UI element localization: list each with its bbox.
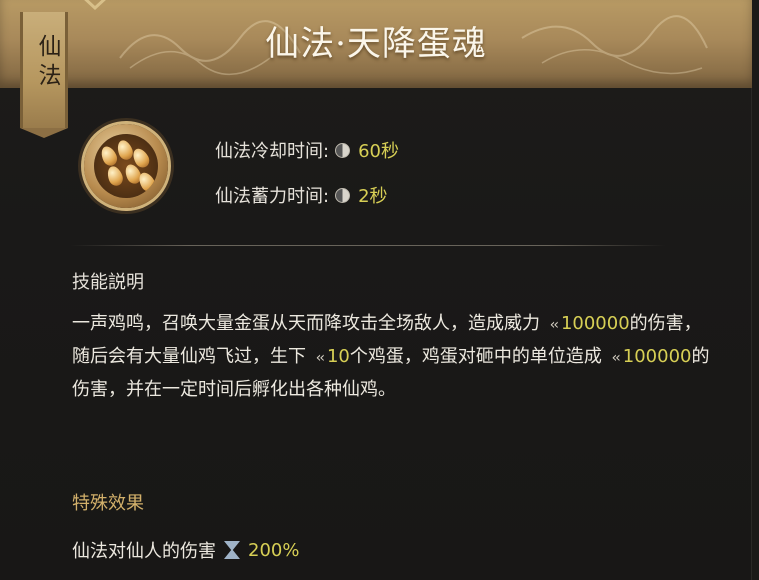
special-effect-heading: 特殊效果 (72, 493, 144, 514)
charge-value: 2秒 (358, 186, 388, 207)
golden-eggs-icon (84, 124, 168, 208)
special-effect-row: 仙法对仙人的伤害 200% (72, 537, 299, 563)
damage-value: 100000 (622, 346, 692, 367)
effect-value: 200% (248, 539, 300, 561)
cooldown-label: 仙法冷却时间: (215, 141, 330, 162)
skill-description: 一声鸡鸣，召唤大量金蛋从天而降攻击全场敌人，造成威力 ‹‹ 100000的伤害，随… (72, 308, 712, 406)
tab-fairy-skill[interactable]: 仙法 (20, 12, 68, 128)
damage-value: 100000 (560, 313, 630, 334)
description-heading: 技能説明 (72, 272, 144, 293)
hourglass-icon (224, 541, 240, 559)
clock-icon (335, 142, 351, 158)
cooldown-stat: 仙法冷却时间: 60秒 (215, 137, 399, 163)
divider (70, 245, 666, 246)
skill-title: 仙法·天降蛋魂 (265, 24, 487, 64)
egg-count-value: 10 (326, 346, 350, 367)
arrow-left-icon: ‹‹ (549, 317, 559, 333)
ornament-icon (84, 0, 106, 10)
charge-label: 仙法蓄力时间: (215, 186, 330, 207)
charge-stat: 仙法蓄力时间: 2秒 (215, 182, 388, 208)
title-banner: 仙法·天降蛋魂 (0, 0, 752, 88)
clock-icon (335, 187, 351, 203)
arrow-left-icon: ‹‹ (315, 350, 325, 366)
effect-label: 仙法对仙人的伤害 (72, 541, 216, 562)
description-text: 个鸡蛋，鸡蛋对砸中的单位造成 (349, 346, 602, 367)
arrow-left-icon: ‹‹ (611, 350, 621, 366)
skill-detail-panel: 仙法·天降蛋魂 仙法 仙法冷却时间: 60秒 仙法蓄力时间: 2秒 技能説明 一… (0, 0, 752, 580)
cooldown-value: 60秒 (358, 141, 399, 162)
tab-label: 仙法 (34, 34, 60, 92)
description-text: 一声鸡鸣，召唤大量金蛋从天而降攻击全场敌人，造成威力 (72, 313, 540, 334)
